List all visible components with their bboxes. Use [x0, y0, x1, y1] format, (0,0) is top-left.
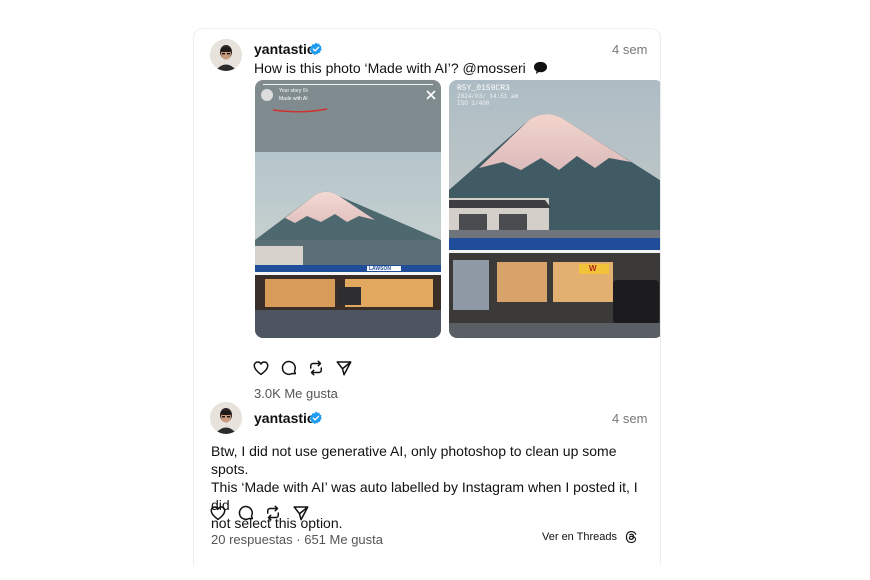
metadata-exposure: ISO 1/400: [457, 100, 490, 107]
repost-icon[interactable]: [264, 504, 282, 522]
media-image-story-screenshot[interactable]: Your story 6h Made with AI LAWSON: [255, 80, 441, 338]
speech-bubble-emoji-icon: [533, 61, 547, 75]
photo-metadata-overlay: R5Y_0159CR3 2024/03/ 14:51 am ISO 1/400: [457, 84, 518, 107]
story-label: Your story 6h: [279, 88, 309, 94]
view-on-threads-link[interactable]: Ver en Threads: [542, 529, 639, 545]
post-text-content: How is this photo ‘Made with AI’? @mosse…: [254, 60, 526, 76]
share-icon[interactable]: [292, 504, 310, 522]
post-text-line: Btw, I did not use generative AI, only p…: [211, 443, 617, 477]
heart-icon[interactable]: [209, 504, 227, 522]
verified-badge-icon: [309, 411, 322, 425]
store-sign: LAWSON: [369, 266, 391, 272]
replies-likes-stats[interactable]: 20 respuestas · 651 Me gusta: [211, 532, 383, 547]
repost-icon[interactable]: [307, 359, 325, 377]
heart-icon[interactable]: [252, 359, 270, 377]
media-image-original-photo[interactable]: R5Y_0159CR3 2024/03/ 14:51 am ISO 1/400 …: [449, 80, 660, 338]
post-time[interactable]: 4 sem: [612, 411, 647, 426]
verified-badge-icon: [309, 42, 322, 56]
threads-embed-card: yantastic 4 sem How is this photo ‘Made …: [193, 28, 661, 565]
store-sign: W: [589, 264, 597, 273]
metadata-filename: R5Y_0159CR3: [457, 84, 510, 93]
avatar[interactable]: [210, 39, 242, 71]
comment-icon[interactable]: [280, 359, 298, 377]
view-on-threads-label: Ver en Threads: [542, 531, 618, 543]
username[interactable]: yantastic: [254, 41, 315, 57]
username[interactable]: yantastic: [254, 410, 315, 426]
likes-count[interactable]: 3.0K Me gusta: [254, 386, 338, 401]
avatar[interactable]: [210, 402, 242, 434]
threads-logo-icon: [625, 531, 637, 543]
made-with-ai-label: Made with AI: [279, 96, 308, 102]
comment-icon[interactable]: [237, 504, 255, 522]
share-icon[interactable]: [335, 359, 353, 377]
post-text: How is this photo ‘Made with AI’? @mosse…: [254, 59, 548, 77]
metadata-date: 2024/03/ 14:51 am: [457, 93, 519, 100]
post-time[interactable]: 4 sem: [612, 42, 647, 57]
